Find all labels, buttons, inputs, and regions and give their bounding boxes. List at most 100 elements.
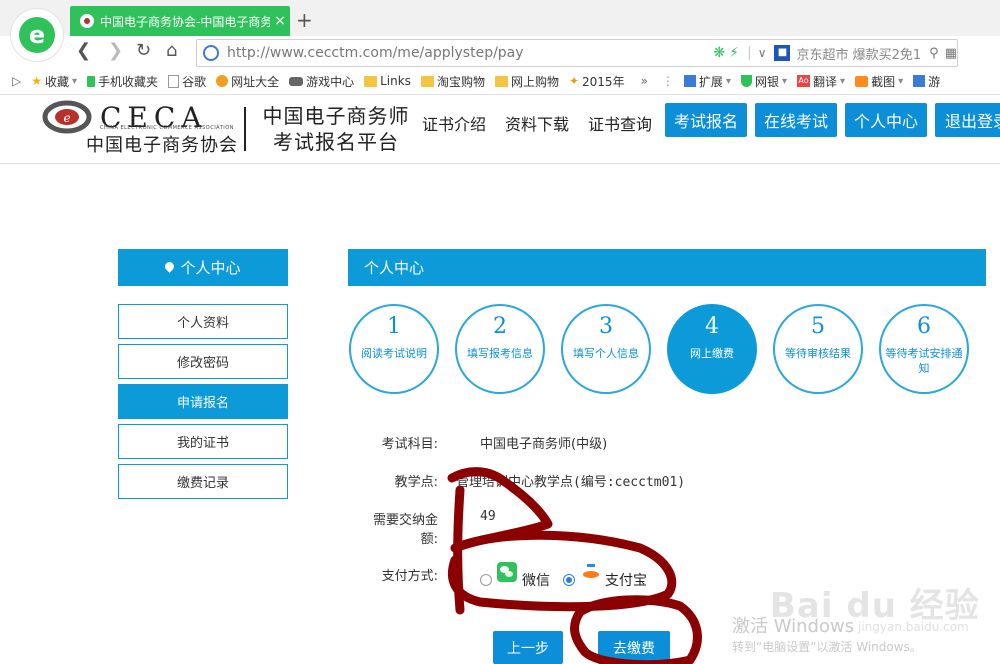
browser-tab[interactable]: 中国电子商务协会-中国电子商务 × [70,6,290,36]
browser-logo-icon[interactable]: e [10,8,64,62]
nav-link-cert-intro[interactable]: 证书介绍 [422,111,486,135]
toolbar-divider: | [746,45,752,61]
alipay-label[interactable]: 支付宝 [605,570,647,590]
sidebar-item-certificates[interactable]: 我的证书 [118,424,288,459]
tool-label: 扩展 [698,74,723,89]
chevron-down-icon[interactable]: ▾ [72,76,77,87]
new-tab-button[interactable]: + [296,8,313,32]
nav-button-logout[interactable]: 退出登录 [935,103,1000,137]
apps-grid-icon[interactable]: ▦ [945,46,957,61]
step-label: 等待考试安排通知 [885,347,963,375]
alipay-icon [581,562,601,582]
reload-icon[interactable]: ↻ [136,40,151,61]
activate-windows-title: 激活 Windows [732,616,855,637]
home-icon[interactable]: ⌂ [166,40,177,61]
bookmark-label: Links [380,74,411,88]
step-number: 5 [811,314,825,339]
bookmark-4[interactable]: 游戏中心 [289,73,354,90]
logo-cn-name: 中国电子商务协会 [86,135,238,156]
bookmark-7[interactable]: 网上购物 [494,73,559,90]
sidebar-item-profile[interactable]: 个人资料 [118,304,288,339]
search-engine-icon[interactable]: ■ [774,45,791,61]
wechat-label[interactable]: 微信 [522,570,550,590]
folder-icon [420,75,434,87]
star-icon: ★ [31,73,42,88]
bookmark-6[interactable]: 淘宝购物 [420,73,485,90]
nav-button-personal-center[interactable]: 个人中心 [845,103,927,137]
bookmark-8[interactable]: ✦ 2015年 [569,73,625,90]
back-icon[interactable]: ❮ [76,40,91,61]
toolbar-tool-3[interactable]: 截图 ▾ [855,73,903,90]
amount-label: 需要交纳金 额: [338,509,438,547]
scissor-icon [855,75,869,87]
address-input[interactable]: http://www.cecctm.com/me/applystep/pay [227,45,713,61]
wechat-radio[interactable] [480,574,492,586]
step-number: 6 [917,314,931,339]
bookmark-label: 网址大全 [231,74,280,89]
toolbar-tool-2[interactable]: Ao 翻译 ▾ [797,73,845,90]
teaching-center-label: 教学点: [394,475,438,490]
toolbar-tool-4[interactable]: 游 [913,73,940,90]
step-number: 1 [387,314,401,339]
main-panel-header: 个人中心 [348,249,986,286]
folder-icon [364,75,378,87]
platform-title: 中国电子商务师 考试报名平台 [256,103,416,155]
speed-mode-icon[interactable]: ⚡ [729,45,739,61]
bolt-icon: ✦ [568,73,580,88]
search-box[interactable]: 京东超市 爆款买2免1 [796,44,921,63]
toolbar-tool-1[interactable]: 网银 ▾ [740,73,787,90]
site-info-icon[interactable] [203,45,219,61]
bookmark-5[interactable]: Links [364,73,411,90]
folder-icon [494,75,508,87]
bookmark-1[interactable]: 手机收藏夹 [87,73,158,90]
shield-icon [740,75,752,87]
tab-title: 中国电子商务协会-中国电子商务 [100,14,270,29]
alipay-radio[interactable] [563,574,575,586]
globe-icon [216,75,229,87]
pay-button[interactable]: 去缴费 [598,631,670,664]
step-number: 3 [599,314,613,339]
bookmark-0[interactable]: ★ 收藏 ▾ [31,73,77,90]
location-pin-icon [163,260,177,273]
prev-step-button[interactable]: 上一步 [493,631,563,664]
forward-icon[interactable]: ❯ [108,40,123,61]
step-1: 1 阅读考试说明 [349,304,439,394]
activate-windows-subtitle: 转到“电脑设置”以激活 Windows。 [732,640,922,654]
sidebar-toggle-icon[interactable]: ▷ [12,74,21,88]
chevron-down-icon[interactable]: ▾ [898,76,903,87]
nav-button-exam-register[interactable]: 考试报名 [665,103,747,137]
nav-button-online-exam[interactable]: 在线考试 [755,103,837,137]
step-number: 2 [493,314,507,339]
browser-toolbar: ❮ ❯ ↻ ⌂ http://www.cecctm.com/me/applyst… [0,36,1000,68]
sidebar-title: 个人中心 [180,259,241,277]
sidebar-item-apply[interactable]: 申请报名 [118,384,288,419]
header-divider [244,107,246,151]
address-bar[interactable]: http://www.cecctm.com/me/applystep/pay ❋… [196,39,958,67]
chevron-down-icon[interactable]: ▾ [782,76,787,87]
amount-label-line2: 额: [420,532,438,547]
tool-label: 截图 [871,74,896,89]
sidebar-item-change-password[interactable]: 修改密码 [118,344,288,379]
bookmarks-bar: ▷ ★ 收藏 ▾ 手机收藏夹 谷歌 网址大全 游戏中心 Links 淘宝购物 网上购物 ✦ 2015年… [0,68,1000,95]
sidebar-item-payment-records[interactable]: 缴费记录 [118,464,288,499]
tool-label: 游 [928,74,941,89]
platform-title-line2: 考试报名平台 [273,130,399,154]
nav-link-downloads[interactable]: 资料下载 [505,111,569,135]
teaching-center-value: 管理培训中心教学点(编号:cecctm01) [456,475,686,490]
baidu-watermark-url: jingyan.baidu.com [858,620,969,634]
chevron-down-icon[interactable]: ∨ [758,46,767,60]
tab-close-icon[interactable]: × [270,13,290,29]
bookmarks-more-icon[interactable]: » [641,74,648,88]
search-icon[interactable]: ⚲ [929,46,939,61]
nav-link-cert-query[interactable]: 证书查询 [588,111,652,135]
step-6: 6 等待考试安排通知 [879,304,969,394]
bookmark-2[interactable]: 谷歌 [168,73,206,90]
step-label: 阅读考试说明 [361,347,427,360]
bookmark-3[interactable]: 网址大全 [216,73,279,90]
toolbar-tool-0[interactable]: 扩展 ▾ [683,73,731,90]
refresh-tool-icon[interactable]: ❋ [713,45,725,61]
tool-label: 网银 [754,74,779,89]
step-label: 填写报考信息 [467,347,533,360]
chevron-down-icon[interactable]: ▾ [840,76,845,87]
chevron-down-icon[interactable]: ▾ [726,76,731,87]
